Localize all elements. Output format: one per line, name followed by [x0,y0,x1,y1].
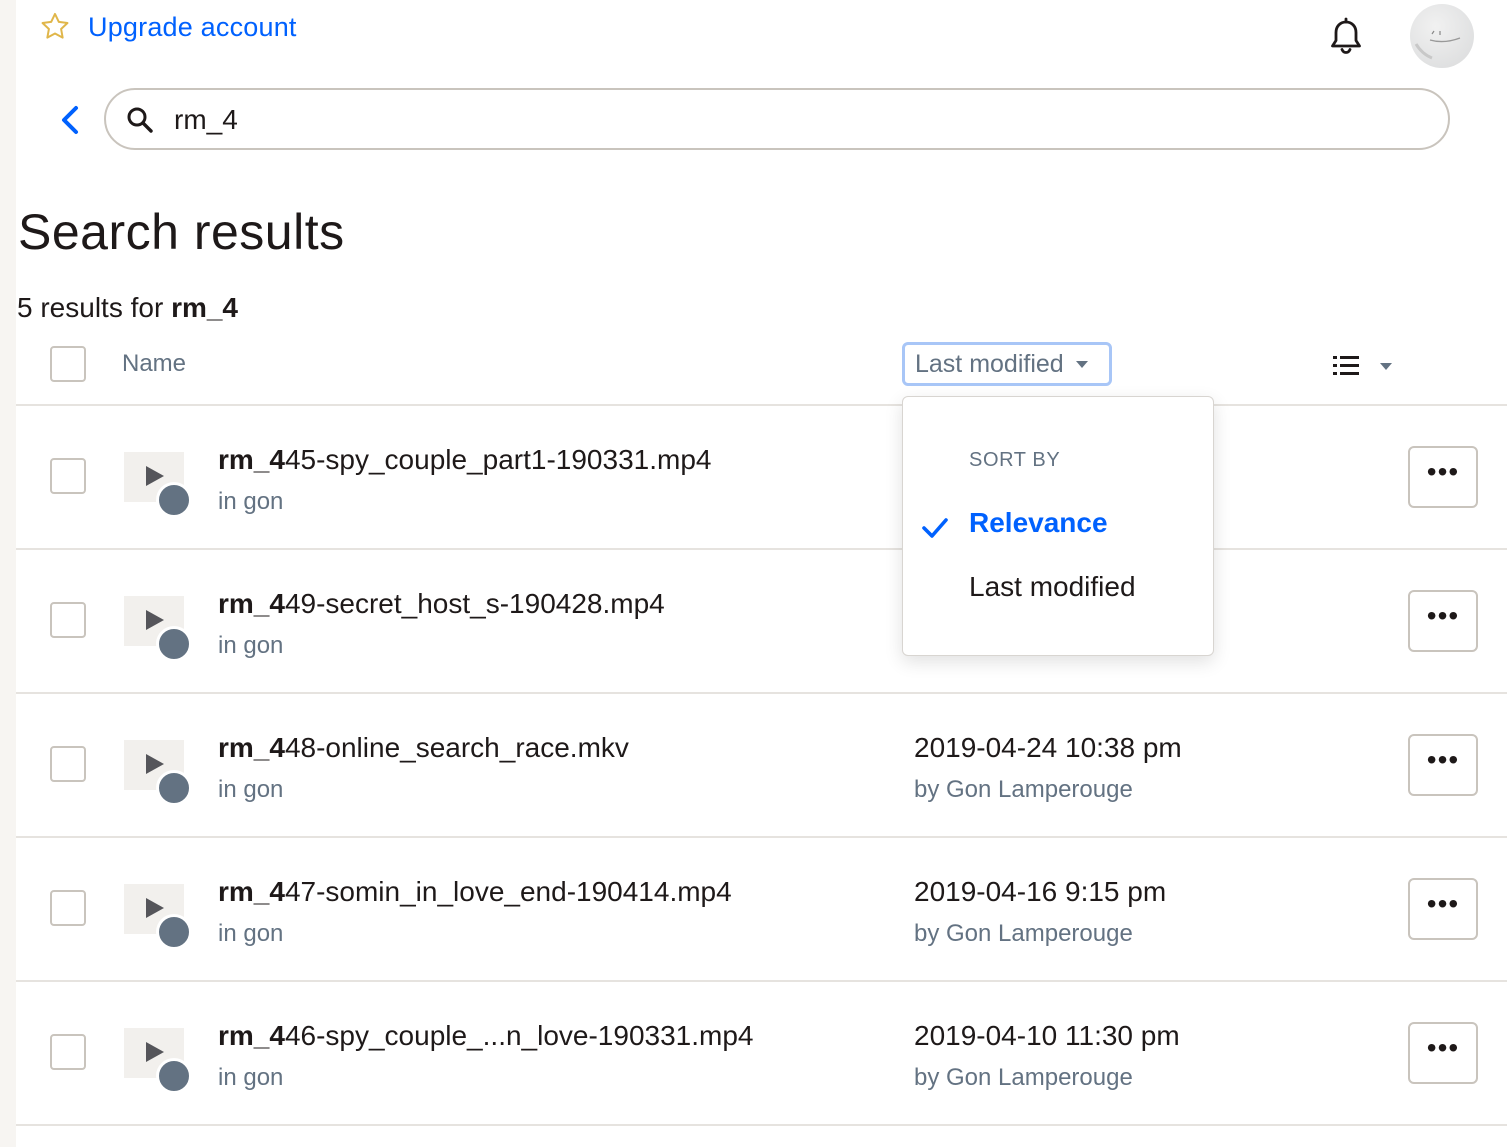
modified-date: 2019-04-10 11:30 pm [914,1020,1180,1051]
file-name-rest: 48-online_search_race.mkv [284,732,629,763]
play-icon [146,610,164,630]
file-location[interactable]: in gon [218,632,283,660]
search-bar[interactable] [104,88,1450,150]
bell-icon[interactable] [1322,14,1370,62]
column-header: Name Last modified [16,340,1507,406]
results-count-text: 5 results for [17,292,172,323]
deleted-badge-icon [156,1058,192,1094]
select-all-checkbox[interactable] [50,346,86,382]
file-name-match: rm_4 [218,1020,285,1051]
more-options-button[interactable]: ••• [1408,590,1478,652]
file-location[interactable]: in gon [218,920,283,948]
search-icon [127,107,153,133]
modified-by: by Gon Lamperouge [914,920,1133,947]
video-file-icon [124,740,192,806]
sort-menu: SORT BY Relevance Last modified [902,396,1214,656]
sort-dropdown-label: Last modified [915,349,1064,378]
caret-down-icon [1075,360,1088,368]
file-name-match: rm_4 [218,588,285,619]
table-row[interactable]: rm_449-secret_host_s-190428.mp4 in gon •… [16,550,1507,694]
results-query: rm_4 [171,292,238,323]
more-options-button[interactable]: ••• [1408,1022,1478,1084]
file-location[interactable]: in gon [218,776,283,804]
file-name-rest: 45-spy_couple_part1-190331.mp4 [284,444,712,475]
sort-option-label: Relevance [969,507,1108,538]
play-icon [146,898,164,918]
caret-down-icon [1380,362,1392,370]
row-checkbox[interactable] [50,746,86,782]
sort-dropdown-button[interactable]: Last modified [902,342,1112,386]
file-name-rest: 47-somin_in_love_end-190414.mp4 [284,876,732,907]
file-name[interactable]: rm_448-online_search_race.mkv [218,732,629,764]
sort-menu-heading: SORT BY [969,449,1061,471]
play-icon [146,466,164,486]
list-view-icon [1333,356,1359,375]
upgrade-account-link[interactable]: Upgrade account [38,10,297,44]
row-checkbox[interactable] [50,1034,86,1070]
left-edge-strip [0,0,16,1147]
file-name-rest: 49-secret_host_s-190428.mp4 [284,588,665,619]
sort-option-relevance[interactable]: Relevance [903,497,1213,553]
star-icon [41,12,69,39]
sort-option-label: Last modified [969,571,1136,602]
deleted-badge-icon [156,482,192,518]
file-name[interactable]: rm_447-somin_in_love_end-190414.mp4 [218,876,732,908]
deleted-badge-icon [156,914,192,950]
row-checkbox[interactable] [50,458,86,494]
video-file-icon [124,596,192,662]
name-column-header[interactable]: Name [122,350,186,378]
file-name[interactable]: rm_449-secret_host_s-190428.mp4 [218,588,665,620]
results-summary: 5 results for rm_4 [17,292,238,324]
play-icon [146,1042,164,1062]
row-checkbox[interactable] [50,890,86,926]
sort-option-last-modified[interactable]: Last modified [903,561,1213,617]
more-dots-icon: ••• [1426,1032,1460,1063]
more-options-button[interactable]: ••• [1408,734,1478,796]
file-location[interactable]: in gon [218,1064,283,1092]
table-row[interactable]: rm_447-somin_in_love_end-190414.mp4 in g… [16,838,1507,982]
file-name-match: rm_4 [218,876,285,907]
video-file-icon [124,1028,192,1094]
back-chevron-icon[interactable] [56,102,88,138]
upgrade-account-label: Upgrade account [88,11,297,42]
video-file-icon [124,884,192,950]
search-input[interactable] [172,98,1376,142]
file-location[interactable]: in gon [218,488,283,516]
modified-by: by Gon Lamperouge [914,776,1133,803]
more-options-button[interactable]: ••• [1408,878,1478,940]
table-row[interactable]: rm_448-online_search_race.mkv in gon 201… [16,694,1507,838]
checkmark-icon [922,518,948,538]
avatar-doodle-icon [1414,30,1461,60]
avatar[interactable] [1410,4,1474,68]
table-row[interactable]: rm_445-spy_couple_part1-190331.mp4 in go… [16,406,1507,550]
table-row[interactable]: rm_446-spy_couple_...n_love-190331.mp4 i… [16,982,1507,1126]
more-options-button[interactable]: ••• [1408,446,1478,508]
file-name-match: rm_4 [218,444,285,475]
view-toggle-button[interactable] [1332,354,1392,378]
modified-date: 2019-04-24 10:38 pm [914,732,1182,763]
deleted-badge-icon [156,770,192,806]
more-dots-icon: ••• [1426,600,1460,631]
file-name[interactable]: rm_446-spy_couple_...n_love-190331.mp4 [218,1020,754,1052]
deleted-badge-icon [156,626,192,662]
more-dots-icon: ••• [1426,456,1460,487]
file-name-match: rm_4 [218,732,285,763]
more-dots-icon: ••• [1426,888,1460,919]
file-name[interactable]: rm_445-spy_couple_part1-190331.mp4 [218,444,711,476]
row-checkbox[interactable] [50,602,86,638]
file-name-rest: 46-spy_couple_...n_love-190331.mp4 [284,1020,754,1051]
modified-by: by Gon Lamperouge [914,1064,1133,1091]
modified-date: 2019-04-16 9:15 pm [914,876,1167,907]
play-icon [146,754,164,774]
video-file-icon [124,452,192,518]
more-dots-icon: ••• [1426,744,1460,775]
page-title: Search results [18,204,345,260]
